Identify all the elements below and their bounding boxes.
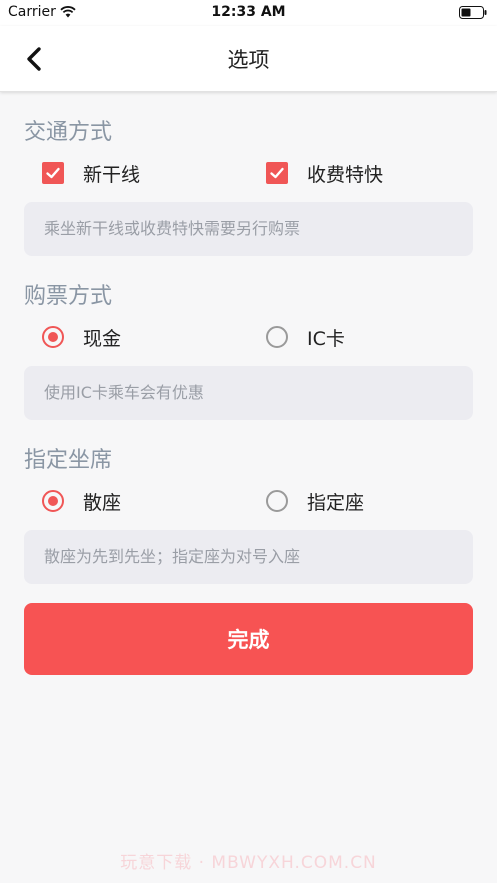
radio-free-seat[interactable]: 散座 [42, 486, 121, 516]
checkbox-label: 收费特快 [307, 163, 384, 186]
checkbox-checked-icon [266, 162, 288, 184]
transport-note: 乘坐新干线或收费特快需要另行购票 [24, 202, 473, 256]
status-time: 12:33 AM [211, 4, 286, 20]
navigation-bar: 选项 [0, 26, 497, 92]
radio-reserved-seat[interactable]: 指定座 [266, 486, 364, 516]
radio-label: 散座 [83, 491, 122, 514]
radio-selected-icon [42, 326, 64, 348]
ticket-section-title: 购票方式 [24, 284, 113, 309]
seat-section-title: 指定坐席 [24, 448, 113, 473]
status-bar: Carrier 12:33 AM [0, 0, 497, 26]
radio-ic-card[interactable]: IC卡 [266, 322, 345, 352]
radio-unselected-icon [266, 490, 288, 512]
checkbox-paid-express[interactable]: 收费特快 [266, 158, 383, 188]
radio-cash[interactable]: 现金 [42, 322, 121, 352]
ticket-note: 使用IC卡乘车会有优惠 [24, 366, 473, 420]
battery-icon [459, 6, 487, 19]
seat-note: 散座为先到先坐；指定座为对号入座 [24, 530, 473, 584]
watermark: 玩意下载 · MBWYXH.COM.CN [120, 853, 377, 873]
radio-unselected-icon [266, 326, 288, 348]
radio-selected-icon [42, 490, 64, 512]
radio-label: IC卡 [307, 327, 345, 350]
radio-label: 现金 [83, 327, 122, 350]
checkbox-shinkansen[interactable]: 新干线 [42, 158, 140, 188]
page-title: 选项 [227, 48, 270, 72]
checkbox-checked-icon [42, 162, 64, 184]
transport-section-title: 交通方式 [24, 120, 113, 145]
done-button[interactable]: 完成 [24, 603, 473, 675]
radio-label: 指定座 [307, 491, 365, 514]
checkbox-label: 新干线 [83, 163, 141, 186]
